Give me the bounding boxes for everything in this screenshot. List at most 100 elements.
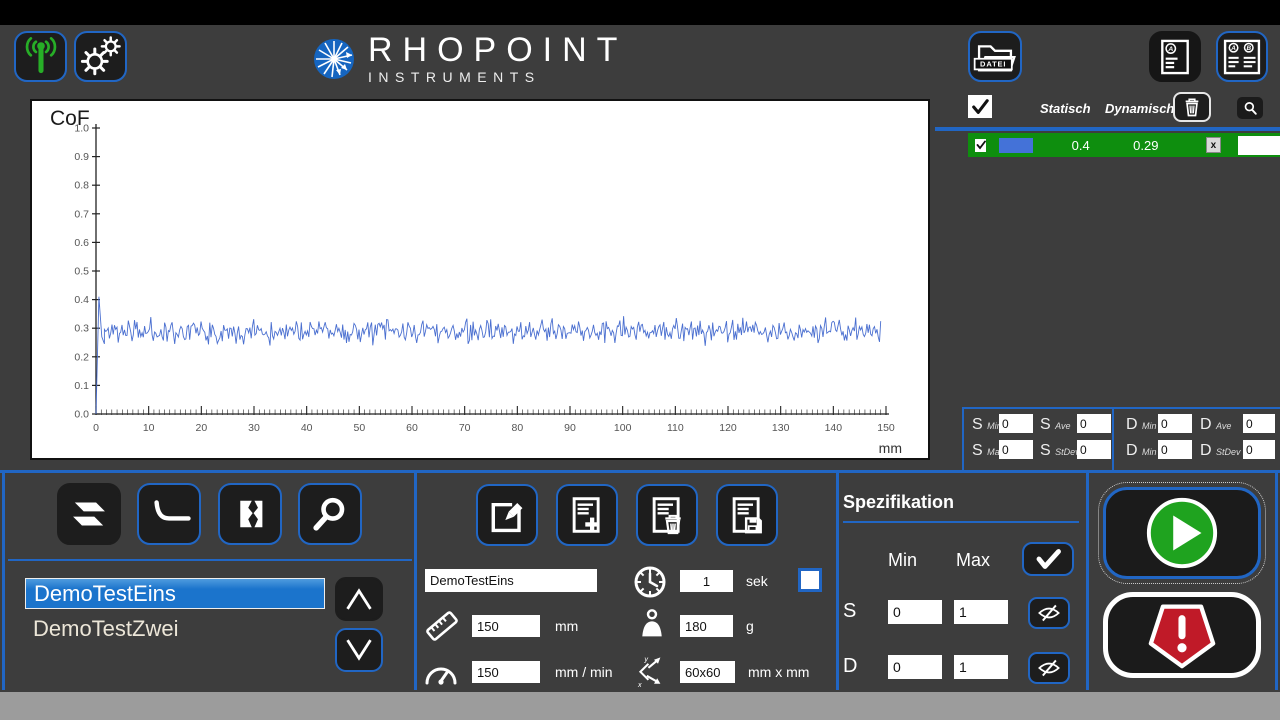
result-row[interactable]: 0.4 0.29 x [968, 133, 1280, 157]
chevron-down-icon [341, 635, 377, 665]
test-name-input[interactable] [425, 569, 597, 592]
mode-friction-button[interactable] [57, 483, 121, 545]
list-down-button[interactable] [335, 628, 383, 672]
spec-row-s-label: S [843, 600, 856, 623]
spec-d-max-input[interactable] [954, 655, 1008, 679]
time-input[interactable] [680, 570, 733, 592]
stat-label: S Ave [1040, 416, 1070, 434]
area-input[interactable] [680, 661, 735, 683]
stat-label: D Ave [1200, 416, 1231, 434]
length-input[interactable] [472, 615, 540, 637]
divider-2 [836, 473, 839, 690]
stat-d-stdev-input[interactable] [1243, 440, 1275, 459]
start-test-button[interactable] [1103, 487, 1261, 579]
stat-label: D Min [1126, 442, 1157, 460]
delete-test-button[interactable] [636, 484, 698, 546]
svg-text:150: 150 [877, 422, 895, 434]
result-checkbox[interactable] [975, 139, 986, 152]
footer-bar [0, 692, 1280, 720]
svg-text:0.0: 0.0 [74, 409, 89, 421]
cof-plot: 0.00.10.20.30.40.50.60.70.80.91.00102030… [32, 101, 924, 454]
list-divider [8, 559, 412, 561]
mode-peak-button[interactable] [137, 483, 201, 545]
svg-text:40: 40 [301, 422, 313, 434]
top-black-strip [0, 0, 1280, 25]
list-item-demotesteins[interactable]: DemoTestEins [25, 578, 325, 609]
inspect-result-button[interactable] [1237, 97, 1263, 119]
list-item-demotestzwei[interactable]: DemoTestZwei [25, 613, 325, 644]
friction-curve-icon [144, 491, 194, 537]
clock-icon [632, 564, 668, 600]
list-up-button[interactable] [335, 577, 383, 621]
speed-input[interactable] [472, 661, 540, 683]
svg-text:0.2: 0.2 [74, 351, 89, 363]
file-button[interactable]: DATEI [968, 31, 1022, 82]
mode-break-button[interactable] [218, 483, 282, 545]
divider-1 [414, 473, 417, 690]
stat-s-stdev-input[interactable] [1077, 440, 1111, 459]
stat-s-ave-input[interactable] [1077, 414, 1111, 433]
spec-s-max-input[interactable] [954, 600, 1008, 624]
right-edge-divider [1275, 473, 1278, 690]
svg-text:0.5: 0.5 [74, 266, 89, 278]
report-single-button[interactable]: A [1149, 31, 1201, 82]
stat-d-ave-input[interactable] [1243, 414, 1275, 433]
xy-axis-y-label: y [643, 654, 648, 663]
eye-slash-icon [1035, 602, 1063, 624]
warning-pentagon-icon [1146, 601, 1218, 669]
stat-d-min-input[interactable] [1158, 414, 1192, 433]
result-close-button[interactable]: x [1206, 137, 1220, 153]
stat-s-min-input[interactable] [999, 414, 1033, 433]
stat-d-min2-input[interactable] [1158, 440, 1192, 459]
spec-s-min-input[interactable] [888, 600, 942, 624]
settings-button[interactable] [74, 31, 127, 82]
report-compare-button[interactable]: A B [1216, 31, 1268, 82]
file-button-label: DATEI [980, 59, 1006, 68]
result-color-swatch[interactable] [999, 138, 1033, 153]
report-ab-icon: A B [1219, 35, 1265, 79]
chart-title: CoF [50, 107, 90, 131]
spec-s-visibility-button[interactable] [1028, 597, 1070, 629]
svg-text:140: 140 [825, 422, 843, 434]
stat-s-max-input[interactable] [999, 440, 1033, 459]
list-item-label: DemoTestZwei [33, 616, 178, 642]
weight-input[interactable] [680, 615, 733, 637]
trash-icon [1180, 95, 1204, 119]
result-highlight-swatch[interactable] [1238, 136, 1280, 155]
stop-test-button[interactable] [1103, 592, 1261, 678]
stat-label: S Min [972, 416, 1002, 434]
svg-text:120: 120 [719, 422, 737, 434]
divider-3 [1086, 473, 1089, 690]
eye-slash-icon [1035, 657, 1063, 679]
svg-text:10: 10 [143, 422, 155, 434]
spec-apply-button[interactable] [1022, 542, 1074, 576]
svg-text:100: 100 [614, 422, 632, 434]
save-test-button[interactable] [716, 484, 778, 546]
connection-button[interactable] [14, 31, 67, 82]
spec-max-header: Max [956, 550, 990, 571]
mode-zoom-button[interactable] [298, 483, 362, 545]
chart-x-unit: mm [879, 440, 902, 456]
check-icon [971, 98, 989, 116]
spec-title: Spezifikation [843, 492, 954, 513]
statisch-label: Statisch [1040, 101, 1091, 116]
xy-arrows-icon: y x [634, 653, 666, 689]
edit-test-button[interactable] [476, 484, 538, 546]
cof-chart: CoF 0.00.10.20.30.40.50.60.70.80.91.0010… [30, 99, 930, 460]
stats-border-mid [1112, 407, 1114, 470]
document-save-icon [723, 491, 771, 539]
svg-text:0.7: 0.7 [74, 208, 89, 220]
spec-d-min-input[interactable] [888, 655, 942, 679]
time-option-checkbox[interactable] [798, 568, 822, 592]
report-a-label: A [1167, 46, 1173, 53]
spec-d-visibility-button[interactable] [1028, 652, 1070, 684]
stacked-arrows-icon [64, 491, 114, 537]
add-test-button[interactable] [556, 484, 618, 546]
broken-sample-icon [227, 491, 273, 537]
result-static-value: 0.4 [1063, 138, 1098, 153]
stats-border-left [962, 407, 964, 470]
show-all-results-checkbox[interactable] [968, 95, 992, 118]
magnifier-icon [306, 490, 354, 538]
svg-text:0.6: 0.6 [74, 237, 89, 249]
delete-result-button[interactable] [1173, 92, 1211, 122]
